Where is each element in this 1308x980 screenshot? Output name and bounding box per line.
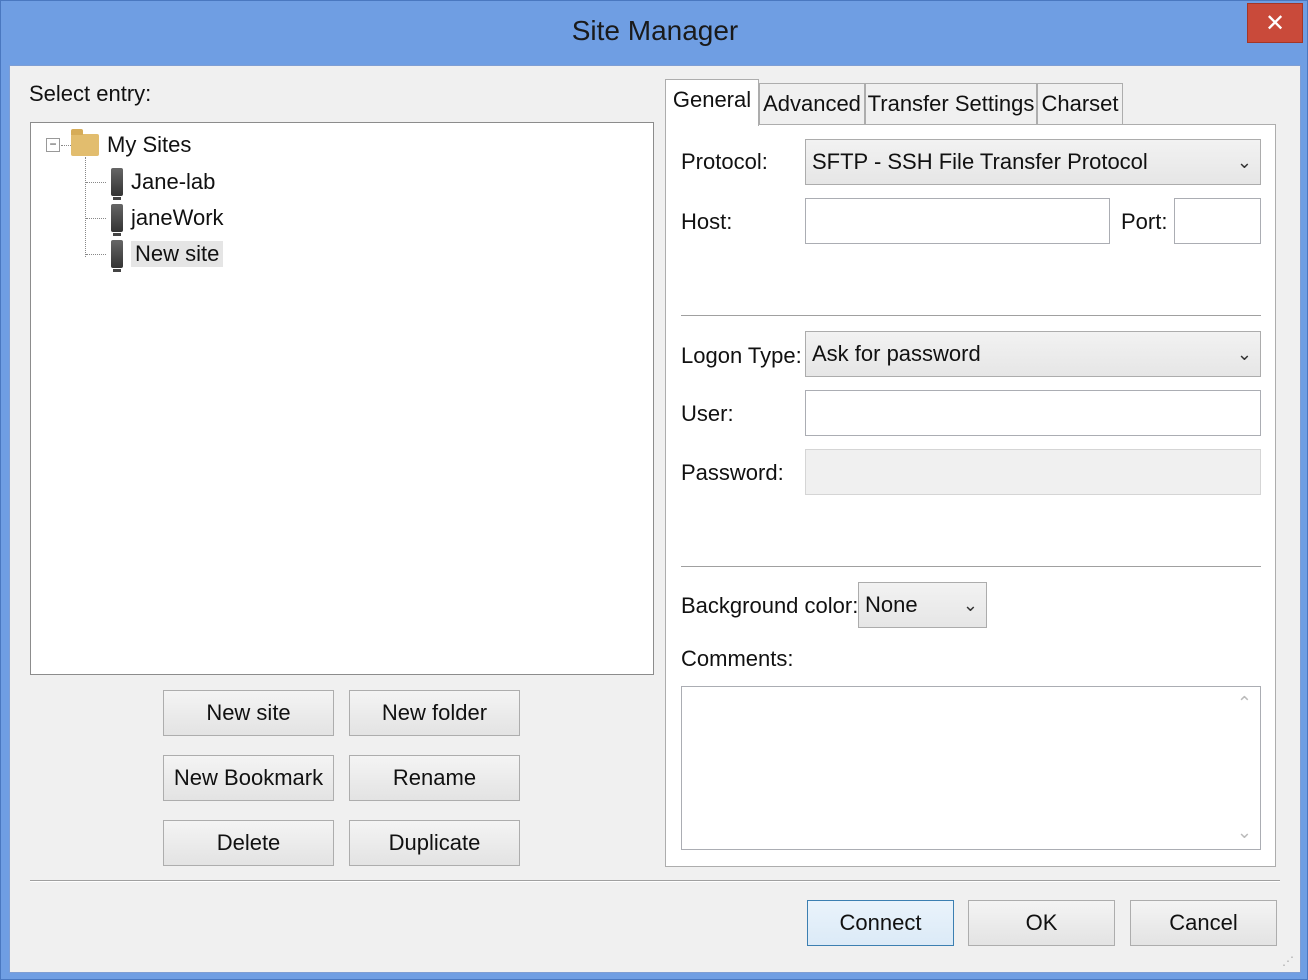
tree-item-label: My Sites (107, 132, 192, 157)
user-input[interactable] (805, 390, 1261, 436)
tree-connector (86, 254, 106, 255)
general-tab-panel: Protocol: SFTP - SSH File Transfer Proto… (665, 124, 1276, 867)
resize-grip-icon[interactable]: ⋰ (1282, 954, 1294, 968)
select-entry-label: Select entry: (29, 81, 152, 106)
footer-divider (30, 880, 1280, 882)
port-label: Port: (1121, 209, 1168, 234)
comments-label: Comments: (681, 646, 794, 671)
logon-type-label: Logon Type: (681, 343, 802, 368)
background-color-value: None (865, 592, 918, 617)
tab-general[interactable]: General (665, 79, 759, 126)
site-tree[interactable]: − My Sites Jane-lab janeWork New site (30, 122, 654, 675)
delete-button[interactable]: Delete (163, 820, 334, 866)
chevron-down-icon: ⌄ (1236, 152, 1252, 172)
dialog-client-area: Select entry: − My Sites Jane-lab janeWo… (9, 65, 1301, 973)
logon-type-value: Ask for password (812, 341, 981, 366)
scroll-up-icon[interactable]: ⌃ (1237, 693, 1252, 714)
folder-icon (71, 129, 99, 156)
logon-type-select[interactable]: Ask for password ⌄ (805, 331, 1261, 377)
tree-item-label: New site (131, 241, 224, 267)
chevron-down-icon: ⌄ (962, 595, 978, 615)
chevron-down-icon: ⌄ (1236, 344, 1252, 364)
divider (681, 566, 1261, 568)
tree-item-janework[interactable]: janeWork (111, 202, 224, 236)
tab-advanced[interactable]: Advanced (759, 83, 865, 125)
new-site-button[interactable]: New site (163, 690, 334, 736)
ok-button[interactable]: OK (968, 900, 1115, 946)
new-bookmark-button[interactable]: New Bookmark (163, 755, 334, 801)
collapse-icon[interactable]: − (46, 138, 60, 152)
tree-item-label: Jane-lab (131, 169, 216, 194)
protocol-value: SFTP - SSH File Transfer Protocol (812, 149, 1148, 174)
title-bar[interactable]: Site Manager ✕ (1, 1, 1308, 65)
cancel-button[interactable]: Cancel (1130, 900, 1277, 946)
tree-connector (85, 157, 86, 257)
close-icon: ✕ (1264, 10, 1286, 37)
window-title: Site Manager (571, 15, 739, 46)
new-folder-button[interactable]: New folder (349, 690, 520, 736)
tree-item-label: janeWork (131, 205, 224, 230)
tree-connector (86, 182, 106, 183)
rename-button[interactable]: Rename (349, 755, 520, 801)
server-icon (111, 240, 123, 272)
scroll-down-icon[interactable]: ⌄ (1237, 822, 1252, 843)
background-color-select[interactable]: None ⌄ (858, 582, 987, 628)
protocol-select[interactable]: SFTP - SSH File Transfer Protocol ⌄ (805, 139, 1261, 185)
server-icon (111, 168, 123, 200)
tree-item-jane-lab[interactable]: Jane-lab (111, 166, 216, 200)
host-input[interactable] (805, 198, 1110, 244)
site-manager-window: Site Manager ✕ Select entry: − My Sites … (0, 0, 1308, 980)
tree-connector (86, 218, 106, 219)
tree-item-new-site[interactable]: New site (111, 238, 224, 272)
tab-charset[interactable]: Charset (1037, 83, 1123, 125)
password-label: Password: (681, 460, 784, 485)
host-label: Host: (681, 209, 733, 234)
tree-item-my-sites[interactable]: My Sites (71, 129, 191, 161)
background-color-label: Background color: (681, 593, 859, 618)
password-input (805, 449, 1261, 495)
close-button[interactable]: ✕ (1247, 3, 1303, 43)
protocol-label: Protocol: (681, 149, 768, 174)
divider (681, 315, 1261, 317)
server-icon (111, 204, 123, 236)
tab-transfer-settings[interactable]: Transfer Settings (865, 83, 1037, 125)
comments-textarea[interactable]: ⌃ ⌄ (681, 686, 1261, 850)
user-label: User: (681, 401, 734, 426)
duplicate-button[interactable]: Duplicate (349, 820, 520, 866)
port-input[interactable] (1174, 198, 1261, 244)
connect-button[interactable]: Connect (807, 900, 954, 946)
